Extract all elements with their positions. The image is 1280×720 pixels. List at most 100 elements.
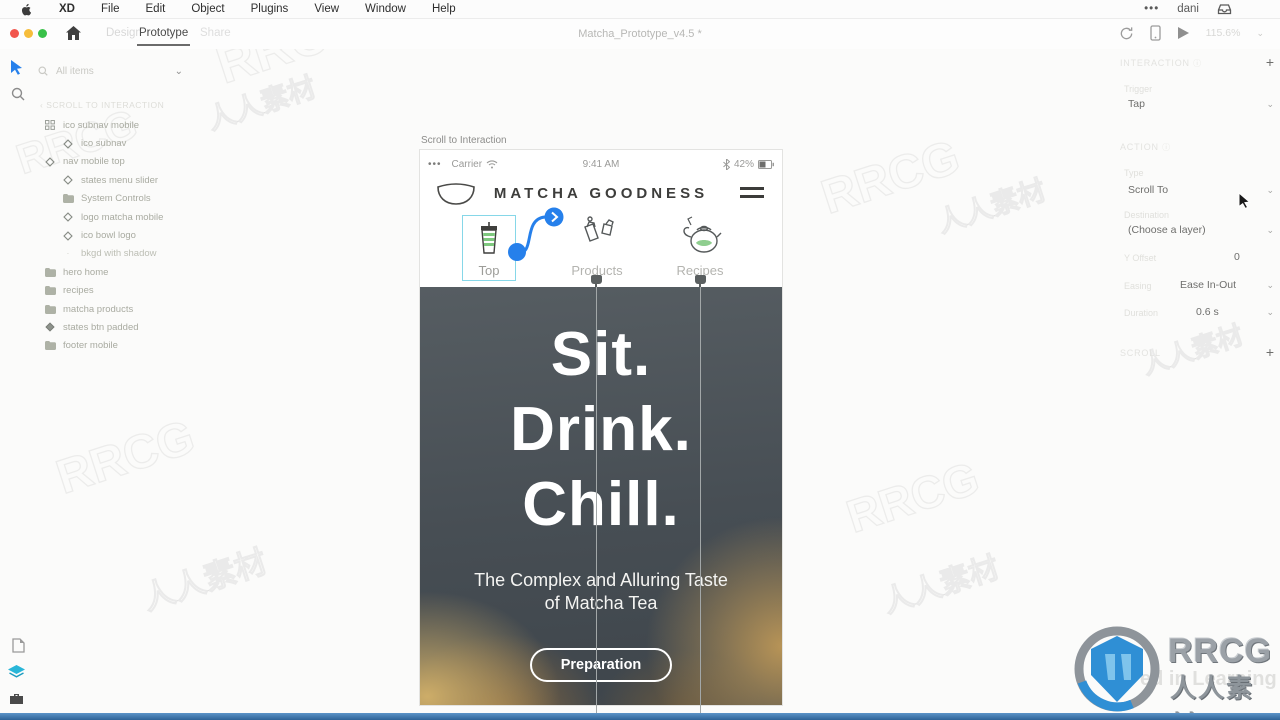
layer-row[interactable]: ico subnav mobile	[36, 116, 226, 134]
menu-plugins[interactable]: Plugins	[251, 3, 289, 15]
layer-row[interactable]: states btn padded	[36, 318, 226, 336]
menu-file[interactable]: File	[101, 3, 120, 15]
layer-row[interactable]: matcha products	[36, 300, 226, 318]
app-nav: Top Products Recipes	[420, 212, 782, 287]
layer-label: System Controls	[81, 193, 151, 205]
easing-label: Easing	[1124, 281, 1152, 291]
mobile-preview-icon[interactable]	[1149, 25, 1161, 41]
layer-row[interactable]: · bkgd with shadow	[36, 245, 226, 263]
menubar-username[interactable]: dani	[1177, 3, 1199, 15]
filter-chevron-icon[interactable]: ⌄	[175, 66, 183, 77]
layer-dot-icon: ·	[66, 249, 70, 259]
layer-label: recipes	[63, 285, 94, 297]
layer-row[interactable]: nav mobile top	[36, 153, 226, 171]
layer-label: nav mobile top	[63, 156, 125, 168]
menu-window[interactable]: Window	[365, 3, 406, 15]
component-diamond-icon	[62, 212, 74, 222]
layers-artboard-header[interactable]: ‹ SCROLL TO INTERACTION	[40, 100, 164, 110]
sync-user-icon[interactable]	[1119, 26, 1134, 41]
component-diamond-icon	[62, 138, 74, 149]
duration-label: Duration	[1124, 308, 1159, 318]
info-icon: ⓘ	[1162, 143, 1171, 152]
layer-row[interactable]: states menu slider	[36, 171, 226, 189]
type-dropdown[interactable]: Scroll To	[1128, 184, 1168, 196]
phone-statusbar: ••• Carrier 9:41 AM 42%	[420, 150, 782, 178]
layers-filter-label: All items	[56, 65, 94, 77]
search-icon[interactable]	[11, 87, 25, 101]
menu-help[interactable]: Help	[432, 3, 456, 15]
hamburger-menu-icon[interactable]	[740, 187, 764, 203]
destination-dropdown[interactable]: (Choose a layer)	[1128, 224, 1206, 236]
chevron-down-icon[interactable]: ⌄	[1266, 307, 1274, 318]
watermark-text: RRCG	[815, 130, 967, 225]
assets-panel-icon[interactable]	[9, 692, 24, 705]
wire-arrow	[544, 207, 564, 227]
grid-icon	[44, 120, 56, 131]
artboard[interactable]: ••• Carrier 9:41 AM 42% MATCHA GOODNESS …	[420, 150, 782, 705]
menubar-tray-icon[interactable]	[1217, 3, 1232, 15]
trigger-dropdown[interactable]: Tap	[1128, 98, 1145, 110]
component-diamond-filled-icon	[44, 322, 56, 333]
mouse-cursor	[1238, 192, 1251, 209]
layer-row[interactable]: footer mobile	[36, 337, 226, 355]
component-diamond-icon	[62, 230, 74, 241]
interaction-section-header: INTERACTION ⓘ	[1120, 58, 1202, 68]
layer-label: matcha products	[63, 303, 134, 315]
chevron-down-icon[interactable]: ⌄	[1266, 280, 1274, 291]
artboard-title[interactable]: Scroll to Interaction	[421, 135, 507, 146]
folder-icon	[44, 341, 56, 351]
chevron-down-icon[interactable]: ⌄	[1266, 225, 1274, 236]
layer-label: states btn padded	[63, 321, 139, 333]
layer-row[interactable]: recipes	[36, 282, 226, 300]
teabags-icon	[584, 216, 614, 242]
scroll-anchor-recipes[interactable]	[695, 275, 706, 287]
app-title[interactable]: MATCHA GOODNESS	[420, 185, 782, 202]
layer-row[interactable]: ico subnav	[36, 134, 226, 152]
apple-menu-icon[interactable]	[20, 3, 33, 16]
watermark-text: 人人素材	[933, 174, 1050, 239]
desktop-preview-play-icon[interactable]	[1177, 26, 1190, 40]
easing-dropdown[interactable]: Ease In-Out	[1180, 279, 1236, 291]
menu-edit[interactable]: Edit	[146, 3, 166, 15]
hero-subtitle: The Complex and Alluring Taste of Matcha…	[474, 570, 728, 613]
artboard-panel-icon[interactable]	[12, 638, 25, 653]
rrcg-logo: RRCG 人人素材	[1072, 624, 1280, 720]
scroll-anchor-products[interactable]	[591, 275, 602, 287]
menu-object[interactable]: Object	[191, 3, 224, 15]
layer-row[interactable]: ico bowl logo	[36, 226, 226, 244]
layers-panel-icon[interactable]	[8, 665, 25, 680]
zoom-chevron-icon[interactable]: ⌄	[1256, 28, 1264, 39]
watermark-text: 人人素材	[878, 551, 1004, 620]
app-toolbar: Design Prototype Share Matcha_Prototype_…	[0, 19, 1280, 49]
layer-row[interactable]: logo matcha mobile	[36, 208, 226, 226]
menubar-more-icon[interactable]: •••	[1144, 3, 1159, 15]
select-tool-icon[interactable]	[10, 60, 23, 75]
menu-view[interactable]: View	[314, 3, 339, 15]
hero-headline: Sit. Drink. Chill.	[510, 320, 692, 539]
add-button[interactable]: +	[1266, 344, 1274, 360]
duration-dropdown[interactable]: 0.6 s	[1196, 306, 1219, 318]
layer-label: ico subnav	[81, 138, 127, 150]
folder-icon	[62, 194, 74, 204]
macos-menubar: XD File Edit Object Plugins View Window …	[0, 0, 1280, 19]
prototype-wire[interactable]	[498, 203, 574, 267]
layer-label: bkgd with shadow	[81, 248, 157, 260]
bottom-progress-bar	[0, 713, 1280, 720]
preparation-button[interactable]: Preparation	[530, 648, 672, 682]
chevron-down-icon[interactable]: ⌄	[1266, 185, 1274, 196]
chevron-down-icon[interactable]: ⌄	[1266, 99, 1274, 110]
trigger-label: Trigger	[1124, 84, 1153, 94]
layer-row[interactable]: System Controls	[36, 190, 226, 208]
type-label: Type	[1124, 168, 1144, 178]
nav-item-recipes[interactable]: Recipes	[665, 215, 735, 278]
y-offset-field[interactable]: 0	[1234, 251, 1240, 263]
app-header: MATCHA GOODNESS	[420, 178, 782, 212]
add-interaction-button[interactable]: +	[1266, 54, 1274, 70]
menu-xd[interactable]: XD	[59, 3, 75, 15]
layers-filter[interactable]: All items ⌄	[38, 62, 183, 80]
layer-label: footer mobile	[63, 340, 118, 352]
layer-row[interactable]: hero home	[36, 263, 226, 281]
watermark-text: 人人素材	[138, 543, 272, 618]
scroll-section-header: SCROLL	[1120, 348, 1161, 358]
zoom-level[interactable]: 115.6%	[1206, 27, 1241, 39]
